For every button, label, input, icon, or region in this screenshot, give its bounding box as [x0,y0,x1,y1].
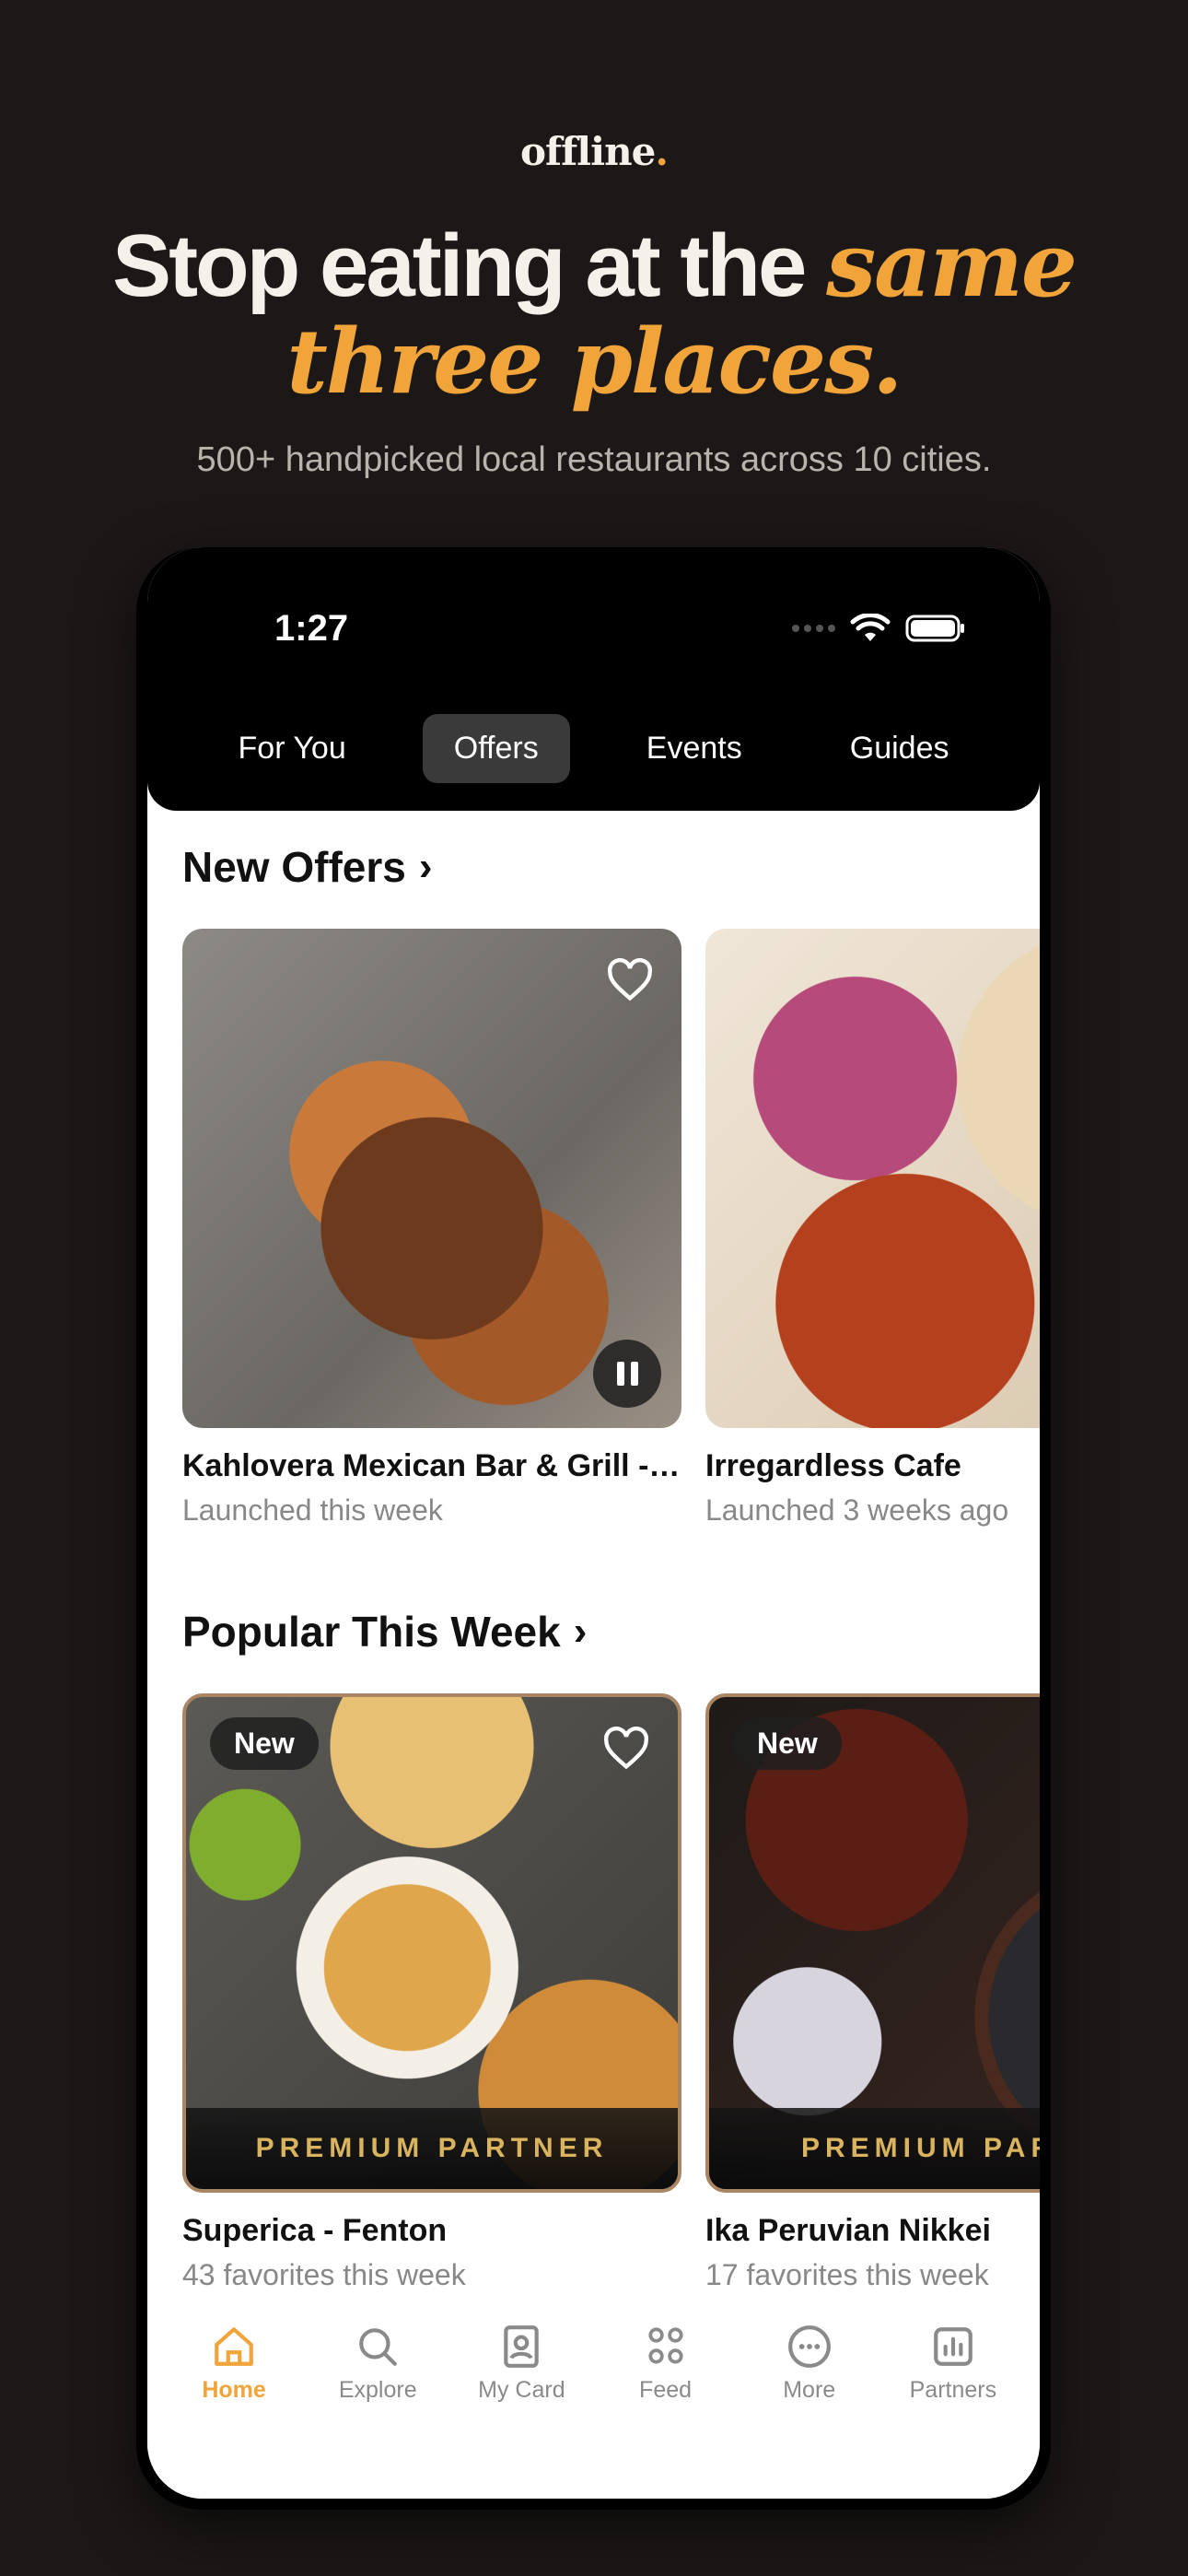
pause-button[interactable] [593,1340,661,1408]
new-offers-heading[interactable]: New Offers › [182,842,433,892]
people-icon [648,2327,683,2364]
restaurant-name: Irregardless Cafe [705,1448,961,1483]
tab-offers[interactable]: Offers [422,714,570,783]
tab-guides[interactable]: Guides [819,714,981,783]
more-icon [787,2325,831,2368]
brand-name: offline [520,129,656,174]
wifi-icon [850,614,891,641]
heart-icon[interactable] [602,1727,650,1771]
search-icon [359,2328,398,2366]
food-photo: New PREMIUM PARTNER [182,1693,681,2193]
card-icon [504,2325,540,2368]
nav-label: Partners [909,2377,997,2403]
nav-partners[interactable]: Partners [884,2305,1022,2499]
chevron-right-icon: › [573,1609,588,1654]
headline-accent-2: three places. [286,310,903,414]
chevron-right-icon: › [418,844,433,889]
battery-icon [905,615,964,642]
nav-label: Feed [639,2377,693,2403]
offer-card[interactable]: Irregardless Cafe Launched 3 weeks ago [705,929,1040,1528]
heart-icon[interactable] [606,958,654,1002]
subheadline: 500+ handpicked local restaurants across… [196,440,992,479]
top-bar: 1:27 For You Offers Events Guides [147,547,1040,811]
restaurant-name: Ika Peruvian Nikkei [705,2213,991,2248]
popular-card[interactable]: New PREMIUM PARTNER Ika Peruvian Nikkei … [705,1693,1040,2292]
status-icons [792,614,966,643]
popular-heading[interactable]: Popular This Week › [182,1607,587,1657]
popular-card[interactable]: New PREMIUM PARTNER Superica - Fenton 43… [182,1693,681,2292]
offer-card[interactable]: Kahlovera Mexican Bar & Grill - ... Laun… [182,929,681,1528]
tab-events[interactable]: Events [615,714,774,783]
bottom-nav: Home Explore My Card Feed More Partners [147,2305,1040,2499]
restaurant-name: Kahlovera Mexican Bar & Grill - ... [182,1448,681,1483]
headline: Stop eating at the same three places. [0,217,1188,411]
premium-partner-label: PREMIUM PARTNER [709,2108,1040,2189]
nav-label: My Card [478,2377,565,2403]
tab-for-you[interactable]: For You [207,714,378,783]
launch-info: Launched this week [182,1493,443,1527]
chart-icon [934,2327,973,2366]
launch-info: Launched 3 weeks ago [705,1493,1009,1527]
section-title: New Offers [182,843,406,891]
phone-frame: 1:27 For You Offers Events Guides New Of… [136,547,1051,2510]
favorites-count: 43 favorites this week [182,2258,466,2291]
favorites-count: 17 favorites this week [705,2258,989,2291]
nav-label: More [783,2377,836,2403]
section-title: Popular This Week [182,1608,561,1656]
home-icon [215,2327,253,2366]
nav-home[interactable]: Home [165,2305,303,2499]
signal-icon [792,625,835,632]
status-time: 1:27 [274,608,349,649]
headline-text: Stop eating at the [112,217,827,315]
food-photo [705,929,1040,1428]
nav-my-card[interactable]: My Card [452,2305,590,2499]
nav-feed[interactable]: Feed [597,2305,735,2499]
premium-partner-label: PREMIUM PARTNER [186,2108,678,2189]
nav-explore[interactable]: Explore [309,2305,447,2499]
nav-label: Home [202,2377,266,2403]
brand-logo: offline. [0,129,1188,174]
food-photo: New PREMIUM PARTNER [705,1693,1040,2193]
new-badge: New [210,1717,319,1770]
top-tabs: For You Offers Events Guides [147,714,1040,783]
food-photo [182,929,681,1428]
phone-screen: 1:27 For You Offers Events Guides New Of… [147,547,1040,2499]
new-badge: New [733,1717,842,1770]
nav-label: Explore [338,2377,417,2403]
brand-dot: . [655,129,669,174]
restaurant-name: Superica - Fenton [182,2213,448,2248]
nav-more[interactable]: More [740,2305,879,2499]
headline-accent-1: same [826,213,1077,317]
